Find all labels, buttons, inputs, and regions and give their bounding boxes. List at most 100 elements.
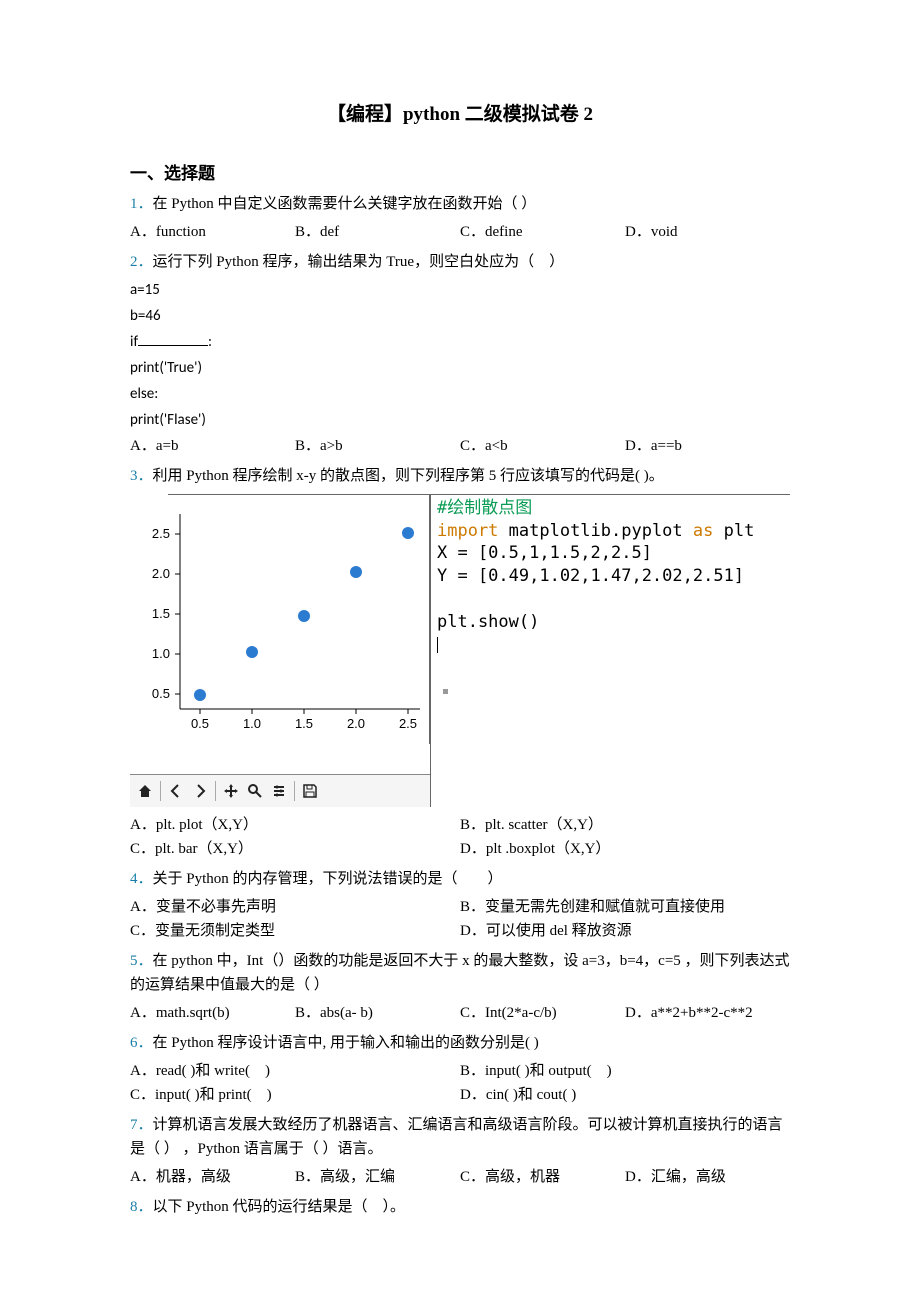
q2-code-line2: b=46 (130, 304, 790, 328)
question-7: 7．计算机语言发展大致经历了机器语言、汇编语言和高级语言阶段。可以被计算机直接执… (130, 1113, 790, 1161)
configure-icon[interactable] (268, 780, 290, 802)
svg-text:1.0: 1.0 (243, 716, 261, 731)
code-import-kw: import (437, 521, 498, 541)
toolbar-separator (215, 781, 216, 801)
zoom-icon[interactable] (244, 780, 266, 802)
scatter-chart: 0.5 1.0 1.5 2.0 2.5 0.5 1.0 1.5 2.0 2.5 (130, 494, 430, 774)
q2-text: 运行下列 Python 程序，输出结果为 True，则空白处应为（ ） (153, 254, 565, 270)
q7-opt-c: C．高级，机器 (460, 1165, 625, 1189)
svg-text:2.0: 2.0 (347, 716, 365, 731)
q1-opt-c: C．define (460, 220, 625, 244)
question-8: 8．以下 Python 代码的运行结果是（ ）。 (130, 1195, 790, 1219)
forward-icon[interactable] (189, 780, 211, 802)
home-icon[interactable] (134, 780, 156, 802)
q2-number: 2． (130, 254, 153, 270)
q4-options: A．变量不必事先声明 B．变量无需先创建和赋值就可直接使用 C．变量无须制定类型… (130, 895, 790, 943)
q3-opt-c: C．plt. bar（X,Y） (130, 837, 460, 861)
q4-number: 4． (130, 871, 153, 887)
q6-opt-c: C．input( )和 print( ) (130, 1083, 460, 1107)
q2-code-line3: if: (130, 330, 790, 354)
q3-text: 利用 Python 程序绘制 x-y 的散点图，则下列程序第 5 行应该填写的代… (153, 468, 664, 484)
chart-container: 0.5 1.0 1.5 2.0 2.5 0.5 1.0 1.5 2.0 2.5 (130, 494, 430, 807)
q5-opt-a: A．math.sqrt(b) (130, 1001, 295, 1025)
pan-icon[interactable] (220, 780, 242, 802)
question-5: 5．在 python 中，Int（）函数的功能是返回不大于 x 的最大整数，设 … (130, 949, 790, 997)
svg-text:0.5: 0.5 (191, 716, 209, 731)
q2-opt-d: D．a==b (625, 434, 790, 458)
svg-text:2.0: 2.0 (152, 566, 170, 581)
section-heading: 一、选择题 (130, 160, 790, 187)
svg-text:0.5: 0.5 (152, 686, 170, 701)
code-line-x: X = [0.5,1,1.5,2,2.5] (437, 543, 652, 563)
question-1: 1．在 Python 中自定义函数需要什么关键字放在函数开始（ ） (130, 192, 790, 216)
document-page: 【编程】python 二级模拟试卷 2 一、选择题 1．在 Python 中自定… (0, 0, 920, 1302)
q7-opt-d: D．汇编，高级 (625, 1165, 790, 1189)
q3-opt-b: B．plt. scatter（X,Y） (460, 813, 790, 837)
q3-opt-a: A．plt. plot（X,Y） (130, 813, 460, 837)
q2-options: A．a=b B．a>b C．a<b D．a==b (130, 434, 790, 458)
q2-opt-a: A．a=b (130, 434, 295, 458)
q1-opt-d: D．void (625, 220, 790, 244)
code-module: matplotlib.pyplot (498, 521, 692, 541)
q8-number: 8． (130, 1199, 153, 1215)
back-icon[interactable] (165, 780, 187, 802)
q1-options: A．function B．def C．define D．void (130, 220, 790, 244)
text-cursor-icon (437, 637, 438, 653)
toolbar-separator (160, 781, 161, 801)
q4-opt-a: A．变量不必事先声明 (130, 895, 460, 919)
q5-opt-c: C．Int(2*a-c/b) (460, 1001, 625, 1025)
q3-opt-d: D．plt .boxplot（X,Y） (460, 837, 790, 861)
q4-opt-c: C．变量无须制定类型 (130, 919, 460, 943)
q7-text: 计算机语言发展大致经历了机器语言、汇编语言和高级语言阶段。可以被计算机直接执行的… (130, 1117, 783, 1157)
q2-code-if: if (130, 333, 138, 351)
q6-opt-a: A．read( )和 write( ) (130, 1059, 460, 1083)
q1-opt-a: A．function (130, 220, 295, 244)
q1-opt-b: B．def (295, 220, 460, 244)
q6-number: 6． (130, 1035, 153, 1051)
code-panel: #绘制散点图 import matplotlib.pyplot as plt X… (430, 494, 790, 807)
q4-text: 关于 Python 的内存管理，下列说法错误的是（ ） (153, 871, 503, 887)
q2-code-line5: else: (130, 382, 790, 406)
svg-text:2.5: 2.5 (152, 526, 170, 541)
q7-number: 7． (130, 1117, 153, 1133)
save-icon[interactable] (299, 780, 321, 802)
q3-options: A．plt. plot（X,Y） B．plt. scatter（X,Y） C．p… (130, 813, 790, 861)
q6-opt-d: D．cin( )和 cout( ) (460, 1083, 790, 1107)
q7-opt-b: B．高级，汇编 (295, 1165, 460, 1189)
question-3: 3．利用 Python 程序绘制 x-y 的散点图，则下列程序第 5 行应该填写… (130, 464, 790, 488)
svg-text:2.5: 2.5 (399, 716, 417, 731)
q8-text: 以下 Python 代码的运行结果是（ ）。 (153, 1199, 406, 1215)
blank-fill (138, 345, 208, 346)
q2-code-colon: : (208, 333, 212, 351)
q2-code-line4: print('True') (130, 356, 790, 380)
q5-text: 在 python 中，Int（）函数的功能是返回不大于 x 的最大整数，设 a=… (130, 953, 790, 993)
q2-opt-c: C．a<b (460, 434, 625, 458)
q5-number: 5． (130, 953, 153, 969)
marker-icon (443, 689, 448, 694)
q5-options: A．math.sqrt(b) B．abs(a- b) C．Int(2*a-c/b… (130, 1001, 790, 1025)
question-2: 2．运行下列 Python 程序，输出结果为 True，则空白处应为（ ） (130, 250, 790, 274)
question-4: 4．关于 Python 的内存管理，下列说法错误的是（ ） (130, 867, 790, 891)
code-as-kw: as (693, 521, 713, 541)
q2-opt-b: B．a>b (295, 434, 460, 458)
q3-figure-row: 0.5 1.0 1.5 2.0 2.5 0.5 1.0 1.5 2.0 2.5 (130, 494, 790, 807)
q4-opt-b: B．变量无需先创建和赋值就可直接使用 (460, 895, 790, 919)
matplotlib-toolbar (130, 774, 430, 807)
svg-text:1.0: 1.0 (152, 646, 170, 661)
code-line-y: Y = [0.49,1.02,1.47,2.02,2.51] (437, 566, 744, 586)
page-title: 【编程】python 二级模拟试卷 2 (130, 100, 790, 130)
q1-number: 1． (130, 196, 153, 212)
q6-opt-b: B．input( )和 output( ) (460, 1059, 790, 1083)
q1-text: 在 Python 中自定义函数需要什么关键字放在函数开始（ ） (153, 196, 537, 212)
chart-svg: 0.5 1.0 1.5 2.0 2.5 0.5 1.0 1.5 2.0 2.5 (130, 494, 430, 744)
svg-text:1.5: 1.5 (295, 716, 313, 731)
svg-text:1.5: 1.5 (152, 606, 170, 621)
q2-code-line6: print('Flase') (130, 408, 790, 432)
q6-options: A．read( )和 write( ) B．input( )和 output( … (130, 1059, 790, 1107)
q3-number: 3． (130, 468, 153, 484)
code-line-show: plt.show() (437, 612, 539, 632)
q4-opt-d: D．可以使用 del 释放资源 (460, 919, 790, 943)
q5-opt-b: B．abs(a- b) (295, 1001, 460, 1025)
code-alias: plt (713, 521, 754, 541)
q7-opt-a: A．机器，高级 (130, 1165, 295, 1189)
